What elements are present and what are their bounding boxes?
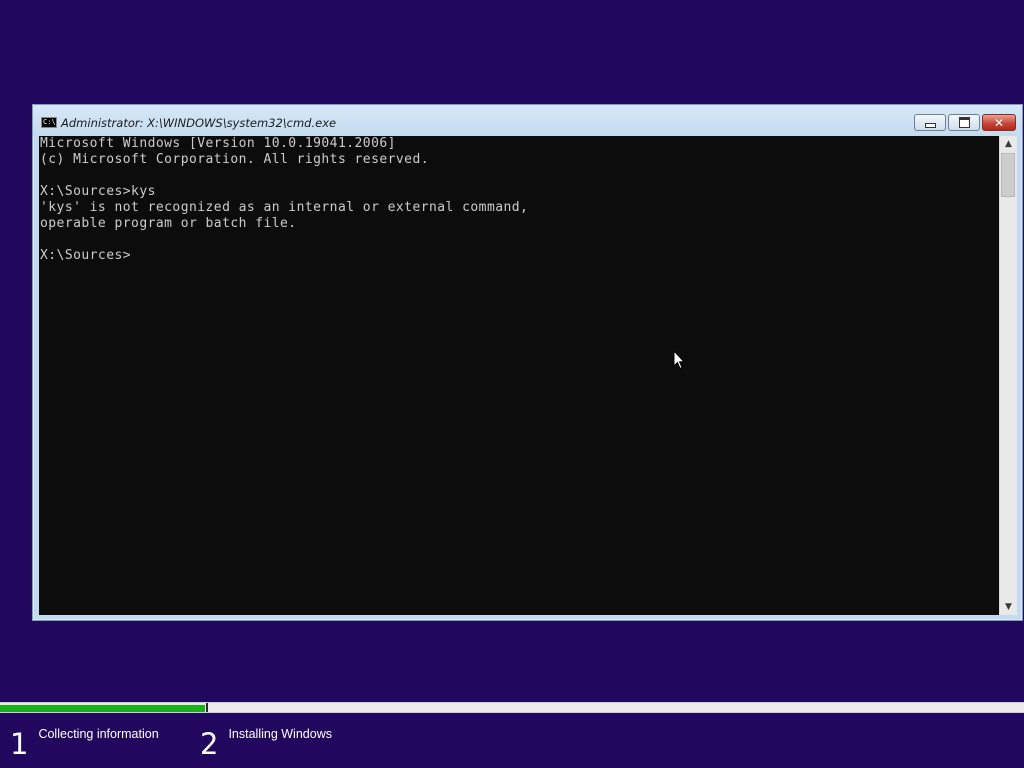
cmd-window[interactable]: C:\ Administrator: X:\WINDOWS\system32\c…	[32, 104, 1023, 621]
minimize-icon	[924, 122, 936, 128]
close-button[interactable]: ✕	[982, 114, 1016, 131]
close-icon: ✕	[993, 115, 1005, 130]
step-installing-windows: 2 Installing Windows	[200, 724, 332, 764]
step-number: 2	[200, 727, 219, 761]
cmd-icon[interactable]: C:\	[41, 117, 57, 128]
step-label: Installing Windows	[228, 727, 332, 741]
scroll-up-arrow-icon[interactable]: ▲	[1000, 136, 1017, 152]
console-line: operable program or batch file.	[40, 216, 297, 231]
window-title: Administrator: X:\WINDOWS\system32\cmd.e…	[61, 116, 337, 130]
mouse-pointer-icon	[673, 350, 685, 370]
setup-progress-bar	[0, 702, 1024, 713]
scroll-thumb[interactable]	[1001, 153, 1015, 197]
console-line: X:\Sources>kys	[40, 184, 156, 199]
step-number: 1	[10, 727, 29, 761]
console-prompt[interactable]: X:\Sources>	[39, 248, 999, 264]
console-line: 'kys' is not recognized as an internal o…	[40, 200, 529, 215]
console-line: (c) Microsoft Corporation. All rights re…	[40, 152, 430, 167]
vertical-scrollbar[interactable]: ▲ ▼	[999, 136, 1017, 615]
maximize-icon	[958, 117, 970, 128]
maximize-button[interactable]	[948, 114, 980, 131]
title-bar[interactable]: C:\ Administrator: X:\WINDOWS\system32\c…	[33, 105, 1022, 136]
scroll-down-arrow-icon[interactable]: ▼	[1000, 599, 1017, 615]
step-label: Collecting information	[38, 727, 159, 741]
step-collecting-information: 1 Collecting information	[10, 724, 159, 764]
progress-divider	[206, 703, 208, 712]
console-output[interactable]: Microsoft Windows [Version 10.0.19041.20…	[39, 136, 999, 615]
console-line: Microsoft Windows [Version 10.0.19041.20…	[40, 136, 396, 151]
minimize-button[interactable]	[914, 114, 946, 131]
progress-fill	[0, 705, 205, 712]
